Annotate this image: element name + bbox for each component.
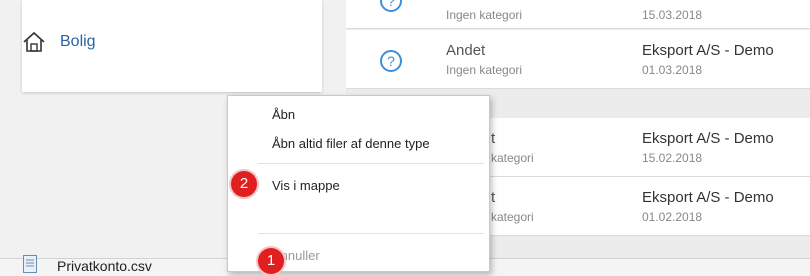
menu-separator	[258, 163, 484, 164]
house-icon	[23, 31, 45, 52]
list-item-company: Eksport A/S - Demo	[642, 42, 774, 59]
menu-item-open[interactable]: Åbn	[272, 107, 295, 122]
question-icon: ?	[380, 50, 402, 72]
list-item-date: 15.03.2018	[642, 8, 703, 22]
sidebar-item-bolig[interactable]: Bolig	[22, 30, 96, 54]
menu-item-show-in-folder[interactable]: Vis i mappe	[272, 178, 340, 193]
list-item[interactable]: ? Andet Ingen kategori Eksport A/S - Dem…	[346, 30, 810, 89]
list-item-date: 15.02.2018	[642, 151, 703, 165]
menu-separator	[258, 233, 484, 234]
list-item[interactable]: ? Ingen kategori 15.03.2018	[346, 0, 810, 29]
list-item-name: Andet	[446, 42, 486, 59]
csv-file-icon	[23, 255, 37, 273]
list-item-category: Ingen kategori	[446, 63, 523, 77]
list-item-name: t	[491, 189, 496, 206]
question-icon: ?	[380, 0, 402, 12]
list-item-category: kategori	[491, 210, 534, 224]
list-item-company: Eksport A/S - Demo	[642, 130, 774, 147]
download-file-name[interactable]: Privatkonto.csv	[57, 258, 152, 274]
list-item-name: t	[491, 130, 496, 147]
sidebar-item-label: Bolig	[60, 33, 96, 50]
list-item-company: Eksport A/S - Demo	[642, 189, 774, 206]
download-context-menu: Åbn Åbn altid filer af denne type Vis i …	[227, 95, 490, 272]
menu-item-always-open[interactable]: Åbn altid filer af denne type	[272, 136, 430, 151]
list-item-date: 01.03.2018	[642, 63, 703, 77]
step-badge-1: 1	[258, 248, 284, 274]
list-item-date: 01.02.2018	[642, 210, 703, 224]
list-item-category: Ingen kategori	[446, 8, 523, 22]
list-item-category: kategori	[491, 151, 534, 165]
step-badge-2: 2	[231, 171, 257, 197]
